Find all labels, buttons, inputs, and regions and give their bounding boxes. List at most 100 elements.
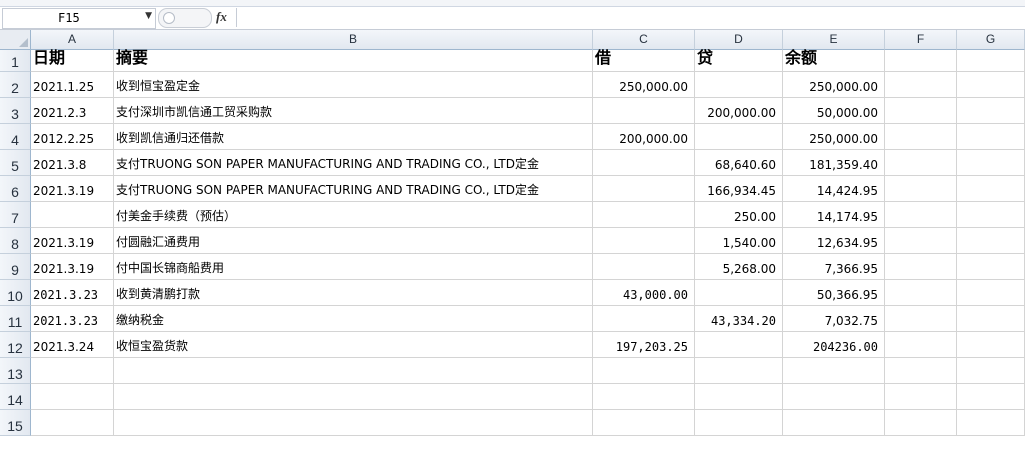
empty-cell[interactable] bbox=[957, 384, 1025, 410]
empty-cell[interactable] bbox=[957, 176, 1025, 202]
formula-scroll-handle[interactable] bbox=[158, 8, 212, 28]
balance-cell[interactable]: 14,174.95 bbox=[783, 202, 885, 228]
summary-cell[interactable]: 收恒宝盈货款 bbox=[114, 332, 593, 358]
date-cell[interactable]: 2021.3.24 bbox=[31, 332, 114, 358]
header-cell-credit[interactable]: 贷 bbox=[695, 48, 783, 72]
empty-cell[interactable] bbox=[885, 150, 957, 176]
row-header[interactable]: 7 bbox=[0, 202, 31, 228]
row-header[interactable]: 4 bbox=[0, 124, 31, 150]
empty-cell[interactable] bbox=[957, 150, 1025, 176]
empty-cell[interactable] bbox=[885, 358, 957, 384]
credit-cell[interactable] bbox=[695, 280, 783, 306]
header-cell-date[interactable]: 日期 bbox=[31, 48, 114, 72]
summary-cell[interactable]: 付美金手续费（预估） bbox=[114, 202, 593, 228]
header-cell-debit[interactable]: 借 bbox=[593, 48, 695, 72]
summary-cell[interactable]: 收到恒宝盈定金 bbox=[114, 72, 593, 98]
credit-cell[interactable]: 43,334.20 bbox=[695, 306, 783, 332]
empty-cell[interactable] bbox=[31, 358, 114, 384]
date-cell[interactable]: 2021.3.19 bbox=[31, 254, 114, 280]
summary-cell[interactable]: 支付深圳市凯信通工贸采购款 bbox=[114, 98, 593, 124]
credit-cell[interactable]: 166,934.45 bbox=[695, 176, 783, 202]
date-cell[interactable]: 2021.1.25 bbox=[31, 72, 114, 98]
empty-cell[interactable] bbox=[957, 254, 1025, 280]
debit-cell[interactable] bbox=[593, 98, 695, 124]
empty-cell[interactable] bbox=[114, 410, 593, 436]
row-header[interactable]: 8 bbox=[0, 228, 31, 254]
row-header[interactable]: 9 bbox=[0, 254, 31, 280]
empty-cell[interactable] bbox=[957, 72, 1025, 98]
empty-cell[interactable] bbox=[885, 50, 957, 72]
empty-cell[interactable] bbox=[695, 410, 783, 436]
empty-cell[interactable] bbox=[885, 332, 957, 358]
header-cell-summary[interactable]: 摘要 bbox=[114, 48, 593, 72]
empty-cell[interactable] bbox=[957, 50, 1025, 72]
date-cell[interactable]: 2021.2.3 bbox=[31, 98, 114, 124]
empty-cell[interactable] bbox=[695, 384, 783, 410]
summary-cell[interactable]: 支付TRUONG SON PAPER MANUFACTURING AND TRA… bbox=[114, 176, 593, 202]
balance-cell[interactable]: 50,000.00 bbox=[783, 98, 885, 124]
empty-cell[interactable] bbox=[695, 358, 783, 384]
balance-cell[interactable]: 250,000.00 bbox=[783, 72, 885, 98]
balance-cell[interactable]: 250,000.00 bbox=[783, 124, 885, 150]
empty-cell[interactable] bbox=[114, 384, 593, 410]
balance-cell[interactable]: 7,032.75 bbox=[783, 306, 885, 332]
row-header[interactable]: 12 bbox=[0, 332, 31, 358]
debit-cell[interactable] bbox=[593, 150, 695, 176]
empty-cell[interactable] bbox=[957, 228, 1025, 254]
balance-cell[interactable]: 50,366.95 bbox=[783, 280, 885, 306]
credit-cell[interactable] bbox=[695, 332, 783, 358]
date-cell[interactable]: 2021.3.23 bbox=[31, 280, 114, 306]
empty-cell[interactable] bbox=[957, 410, 1025, 436]
empty-cell[interactable] bbox=[31, 384, 114, 410]
balance-cell[interactable]: 7,366.95 bbox=[783, 254, 885, 280]
row-header[interactable]: 15 bbox=[0, 410, 31, 436]
empty-cell[interactable] bbox=[885, 72, 957, 98]
column-header-f[interactable]: F bbox=[885, 30, 957, 50]
empty-cell[interactable] bbox=[885, 228, 957, 254]
debit-cell[interactable]: 200,000.00 bbox=[593, 124, 695, 150]
empty-cell[interactable] bbox=[783, 384, 885, 410]
debit-cell[interactable] bbox=[593, 254, 695, 280]
empty-cell[interactable] bbox=[885, 410, 957, 436]
date-cell[interactable]: 2021.3.19 bbox=[31, 176, 114, 202]
summary-cell[interactable]: 付圆融汇通费用 bbox=[114, 228, 593, 254]
empty-cell[interactable] bbox=[885, 98, 957, 124]
empty-cell[interactable] bbox=[957, 332, 1025, 358]
empty-cell[interactable] bbox=[783, 410, 885, 436]
debit-cell[interactable]: 43,000.00 bbox=[593, 280, 695, 306]
empty-cell[interactable] bbox=[885, 306, 957, 332]
row-header[interactable]: 13 bbox=[0, 358, 31, 384]
date-cell[interactable]: 2021.3.8 bbox=[31, 150, 114, 176]
summary-cell[interactable]: 付中国长锦商船费用 bbox=[114, 254, 593, 280]
empty-cell[interactable] bbox=[885, 384, 957, 410]
empty-cell[interactable] bbox=[885, 176, 957, 202]
column-header-g[interactable]: G bbox=[957, 30, 1025, 50]
empty-cell[interactable] bbox=[957, 202, 1025, 228]
empty-cell[interactable] bbox=[885, 254, 957, 280]
date-cell[interactable]: 2012.2.25 bbox=[31, 124, 114, 150]
debit-cell[interactable] bbox=[593, 176, 695, 202]
debit-cell[interactable] bbox=[593, 306, 695, 332]
date-cell[interactable]: 2021.3.23 bbox=[31, 306, 114, 332]
date-cell[interactable] bbox=[31, 202, 114, 228]
debit-cell[interactable]: 250,000.00 bbox=[593, 72, 695, 98]
empty-cell[interactable] bbox=[885, 124, 957, 150]
summary-cell[interactable]: 收到凯信通归还借款 bbox=[114, 124, 593, 150]
credit-cell[interactable]: 250.00 bbox=[695, 202, 783, 228]
row-header[interactable]: 6 bbox=[0, 176, 31, 202]
balance-cell[interactable]: 204236.00 bbox=[783, 332, 885, 358]
dropdown-arrow-icon[interactable]: ▼ bbox=[145, 11, 152, 21]
empty-cell[interactable] bbox=[783, 358, 885, 384]
row-header[interactable]: 5 bbox=[0, 150, 31, 176]
empty-cell[interactable] bbox=[957, 124, 1025, 150]
summary-cell[interactable]: 收到黄清鹏打款 bbox=[114, 280, 593, 306]
date-cell[interactable]: 2021.3.19 bbox=[31, 228, 114, 254]
empty-cell[interactable] bbox=[957, 358, 1025, 384]
empty-cell[interactable] bbox=[593, 410, 695, 436]
balance-cell[interactable]: 181,359.40 bbox=[783, 150, 885, 176]
debit-cell[interactable] bbox=[593, 228, 695, 254]
formula-input[interactable] bbox=[236, 8, 1024, 27]
empty-cell[interactable] bbox=[593, 384, 695, 410]
empty-cell[interactable] bbox=[957, 280, 1025, 306]
row-header[interactable]: 3 bbox=[0, 98, 31, 124]
